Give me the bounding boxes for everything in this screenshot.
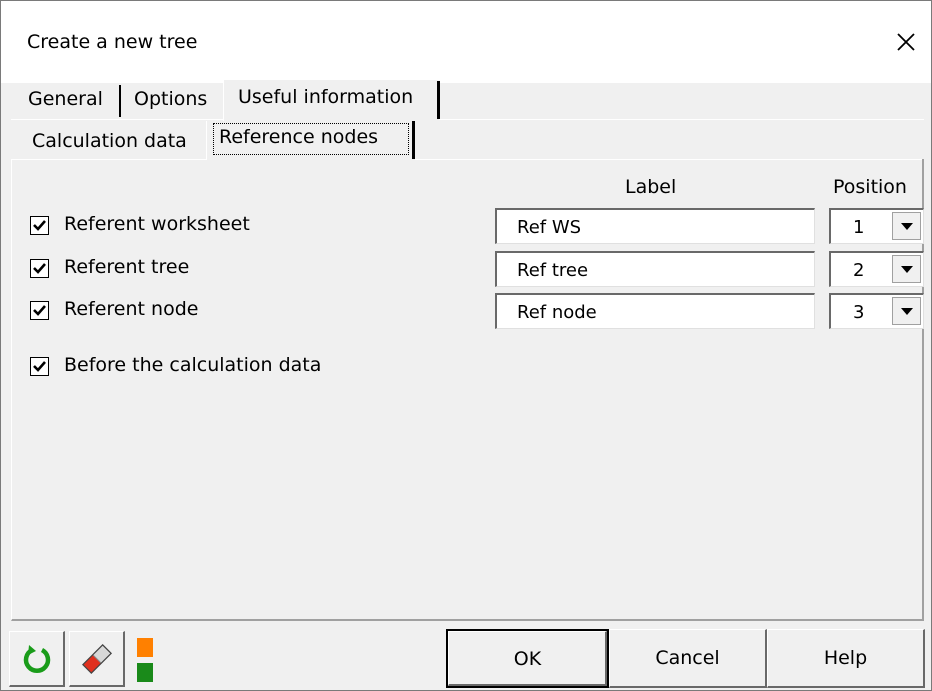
position-value: 1 <box>853 217 865 238</box>
dropdown-button[interactable] <box>892 212 921 240</box>
tab-reference-nodes-label: Reference nodes <box>219 126 379 148</box>
position-value: 2 <box>853 260 865 281</box>
tab-row-divider <box>439 119 924 120</box>
orange-square-icon[interactable] <box>137 638 153 657</box>
green-square-icon[interactable] <box>137 663 153 682</box>
field-value: Ref node <box>517 302 597 323</box>
title-bar: Create a new tree <box>1 1 931 83</box>
referent-worksheet-label-input[interactable]: Ref WS <box>495 208 815 244</box>
eraser-button[interactable] <box>69 631 125 687</box>
tab-calculation-data[interactable]: Calculation data <box>32 130 187 152</box>
before-calculation-data-checkbox[interactable] <box>30 357 49 376</box>
tab-reference-nodes[interactable]: Reference nodes <box>206 121 415 159</box>
tab-row-divider <box>11 119 223 120</box>
cancel-button-label: Cancel <box>655 647 720 669</box>
position-column-header: Position <box>833 176 907 198</box>
refresh-button[interactable] <box>9 631 65 687</box>
referent-tree-position-select[interactable]: 2 <box>829 251 924 287</box>
dialog-window: Create a new tree General Options Useful… <box>0 0 932 691</box>
help-button-label: Help <box>823 647 868 669</box>
before-calculation-data-label: Before the calculation data <box>64 354 322 376</box>
close-icon <box>889 25 923 59</box>
referent-tree-label-input[interactable]: Ref tree <box>495 251 815 287</box>
ok-button[interactable]: OK <box>446 629 609 688</box>
referent-worksheet-checkbox[interactable] <box>30 216 49 235</box>
position-value: 3 <box>853 302 865 323</box>
referent-node-checkbox[interactable] <box>30 301 49 320</box>
tab-edge <box>412 121 415 159</box>
tab-useful-information-label: Useful information <box>238 86 414 108</box>
tab-general[interactable]: General <box>28 88 103 110</box>
referent-node-label: Referent node <box>64 298 199 320</box>
dialog-title: Create a new tree <box>27 31 198 53</box>
referent-tree-checkbox[interactable] <box>30 259 49 278</box>
cancel-button[interactable]: Cancel <box>609 629 767 688</box>
tab-separator <box>119 85 121 117</box>
dropdown-button[interactable] <box>892 297 921 325</box>
referent-worksheet-label: Referent worksheet <box>64 213 250 235</box>
referent-worksheet-position-select[interactable]: 1 <box>829 208 924 244</box>
tab-useful-information[interactable]: Useful information <box>223 79 440 122</box>
referent-node-label-input[interactable]: Ref node <box>495 293 815 329</box>
referent-tree-label: Referent tree <box>64 256 190 278</box>
referent-node-position-select[interactable]: 3 <box>829 293 924 329</box>
tab-options[interactable]: Options <box>134 88 207 110</box>
close-button[interactable] <box>889 25 923 59</box>
tab-edge <box>437 81 440 119</box>
ok-button-label: OK <box>513 648 542 670</box>
field-value: Ref tree <box>517 260 589 281</box>
label-column-header: Label <box>625 176 677 198</box>
dropdown-button[interactable] <box>892 255 921 283</box>
help-button[interactable]: Help <box>767 629 925 688</box>
field-value: Ref WS <box>517 217 582 238</box>
